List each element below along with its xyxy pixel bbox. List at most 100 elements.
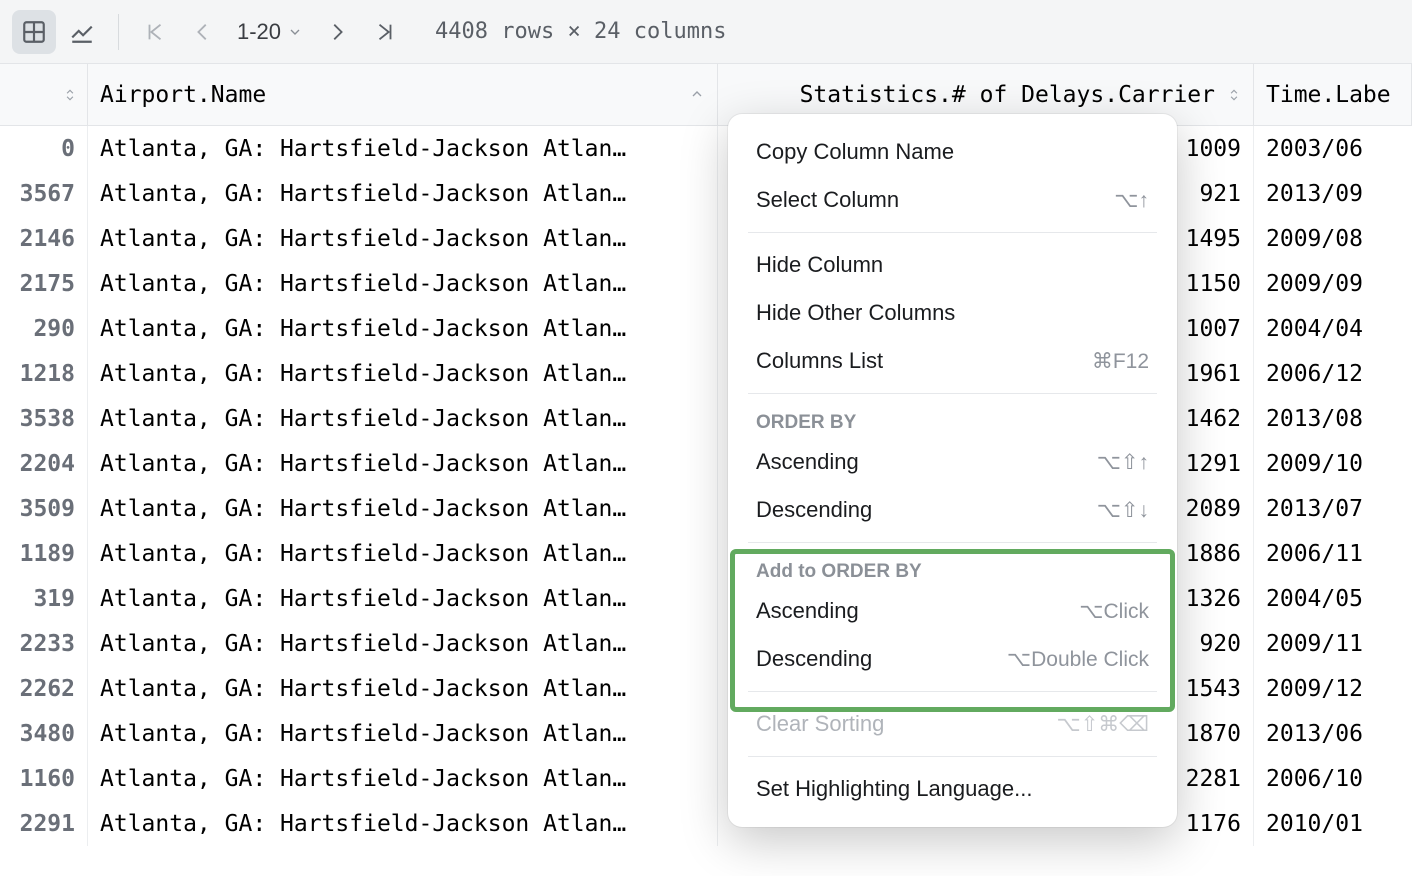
time-label-cell: 2013/09 <box>1254 171 1412 216</box>
ctx-clear-sorting: Clear Sorting ⌥⇧⌘⌫ <box>728 700 1177 748</box>
time-label-cell: 2009/09 <box>1254 261 1412 306</box>
table-row[interactable]: 2262Atlanta, GA: Hartsfield-Jackson Atla… <box>0 666 1412 711</box>
time-label-cell: 2006/10 <box>1254 756 1412 801</box>
ctx-hide-column[interactable]: Hide Column <box>728 241 1177 289</box>
airport-name-cell: Atlanta, GA: Hartsfield-Jackson Atlan… <box>88 396 718 441</box>
row-index-cell: 319 <box>0 576 88 621</box>
ctx-divider <box>748 691 1157 692</box>
toolbar-divider <box>118 14 119 50</box>
ctx-hide-other-columns[interactable]: Hide Other Columns <box>728 289 1177 337</box>
row-index-cell: 1189 <box>0 531 88 576</box>
column-header-time[interactable]: Time.Labe <box>1254 64 1412 125</box>
row-index-cell: 1160 <box>0 756 88 801</box>
row-index-cell: 2204 <box>0 441 88 486</box>
shortcut-label: ⌥⇧↑ <box>1097 450 1149 475</box>
table-row[interactable]: 319Atlanta, GA: Hartsfield-Jackson Atlan… <box>0 576 1412 621</box>
airport-name-cell: Atlanta, GA: Hartsfield-Jackson Atlan… <box>88 576 718 621</box>
row-count-label: 4408 rows × 24 columns <box>435 19 726 44</box>
shortcut-label: ⌥↑ <box>1114 188 1149 213</box>
column-context-menu: Copy Column Name Select Column ⌥↑ Hide C… <box>728 114 1177 827</box>
table-row[interactable]: 2146Atlanta, GA: Hartsfield-Jackson Atla… <box>0 216 1412 261</box>
ctx-divider <box>748 393 1157 394</box>
time-label-cell: 2004/05 <box>1254 576 1412 621</box>
table-row[interactable]: 1189Atlanta, GA: Hartsfield-Jackson Atla… <box>0 531 1412 576</box>
airport-name-cell: Atlanta, GA: Hartsfield-Jackson Atlan… <box>88 756 718 801</box>
time-label-cell: 2013/08 <box>1254 396 1412 441</box>
table-row[interactable]: 3567Atlanta, GA: Hartsfield-Jackson Atla… <box>0 171 1412 216</box>
ctx-order-ascending[interactable]: Ascending ⌥⇧↑ <box>728 438 1177 486</box>
table-row[interactable]: 290Atlanta, GA: Hartsfield-Jackson Atlan… <box>0 306 1412 351</box>
row-index-cell: 2262 <box>0 666 88 711</box>
time-label-cell: 2003/06 <box>1254 126 1412 171</box>
row-index-cell: 2146 <box>0 216 88 261</box>
table-row[interactable]: 1160Atlanta, GA: Hartsfield-Jackson Atla… <box>0 756 1412 801</box>
row-index-cell: 0 <box>0 126 88 171</box>
sort-both-icon <box>1227 86 1241 104</box>
table-row[interactable]: 1218Atlanta, GA: Hartsfield-Jackson Atla… <box>0 351 1412 396</box>
shortcut-label: ⌥Double Click <box>1007 647 1149 672</box>
airport-name-cell: Atlanta, GA: Hartsfield-Jackson Atlan… <box>88 126 718 171</box>
table-row[interactable]: 2291Atlanta, GA: Hartsfield-Jackson Atla… <box>0 801 1412 846</box>
shortcut-label: ⌥⇧⌘⌫ <box>1057 712 1150 737</box>
table-row[interactable]: 2175Atlanta, GA: Hartsfield-Jackson Atla… <box>0 261 1412 306</box>
airport-name-cell: Atlanta, GA: Hartsfield-Jackson Atlan… <box>88 666 718 711</box>
sort-asc-icon <box>689 82 705 108</box>
airport-name-cell: Atlanta, GA: Hartsfield-Jackson Atlan… <box>88 261 718 306</box>
airport-name-cell: Atlanta, GA: Hartsfield-Jackson Atlan… <box>88 306 718 351</box>
time-label-cell: 2009/10 <box>1254 441 1412 486</box>
table-row[interactable]: 2204Atlanta, GA: Hartsfield-Jackson Atla… <box>0 441 1412 486</box>
chart-view-button[interactable] <box>60 10 104 54</box>
row-index-cell: 3538 <box>0 396 88 441</box>
ctx-divider <box>748 756 1157 757</box>
table-view-button[interactable] <box>12 10 56 54</box>
time-label-cell: 2009/11 <box>1254 621 1412 666</box>
ctx-divider <box>748 232 1157 233</box>
column-header-time-label: Time.Labe <box>1266 82 1391 108</box>
sort-both-icon <box>63 86 77 104</box>
table-row[interactable]: 2233Atlanta, GA: Hartsfield-Jackson Atla… <box>0 621 1412 666</box>
table-row[interactable]: 3538Atlanta, GA: Hartsfield-Jackson Atla… <box>0 396 1412 441</box>
page-range-selector[interactable]: 1-20 <box>229 19 311 45</box>
page-range-text: 1-20 <box>237 19 281 45</box>
column-header-airport[interactable]: Airport.Name <box>88 64 718 125</box>
row-index-cell: 2175 <box>0 261 88 306</box>
row-index-cell: 3509 <box>0 486 88 531</box>
ctx-columns-list[interactable]: Columns List ⌘F12 <box>728 337 1177 385</box>
time-label-cell: 2006/11 <box>1254 531 1412 576</box>
time-label-cell: 2009/12 <box>1254 666 1412 711</box>
ctx-copy-column-name[interactable]: Copy Column Name <box>728 128 1177 176</box>
ctx-set-highlighting-language[interactable]: Set Highlighting Language... <box>728 765 1177 813</box>
prev-page-button[interactable] <box>181 10 225 54</box>
row-index-cell: 2291 <box>0 801 88 846</box>
time-label-cell: 2013/06 <box>1254 711 1412 756</box>
next-page-button[interactable] <box>315 10 359 54</box>
airport-name-cell: Atlanta, GA: Hartsfield-Jackson Atlan… <box>88 801 718 846</box>
column-header-row: Airport.Name Statistics.# of Delays.Carr… <box>0 64 1412 126</box>
ctx-add-order-ascending[interactable]: Ascending ⌥Click <box>728 587 1177 635</box>
shortcut-label: ⌥⇧↓ <box>1097 498 1149 523</box>
time-label-cell: 2006/12 <box>1254 351 1412 396</box>
table-row[interactable]: 3480Atlanta, GA: Hartsfield-Jackson Atla… <box>0 711 1412 756</box>
index-column-header[interactable] <box>0 64 88 125</box>
ctx-divider <box>748 542 1157 543</box>
row-index-cell: 3480 <box>0 711 88 756</box>
row-index-cell: 290 <box>0 306 88 351</box>
column-header-airport-label: Airport.Name <box>100 82 266 108</box>
time-label-cell: 2009/08 <box>1254 216 1412 261</box>
ctx-add-order-descending[interactable]: Descending ⌥Double Click <box>728 635 1177 683</box>
ctx-select-column[interactable]: Select Column ⌥↑ <box>728 176 1177 224</box>
time-label-cell: 2010/01 <box>1254 801 1412 846</box>
table-row[interactable]: 0Atlanta, GA: Hartsfield-Jackson Atlan…1… <box>0 126 1412 171</box>
shortcut-label: ⌥Click <box>1079 599 1149 624</box>
data-grid: 0Atlanta, GA: Hartsfield-Jackson Atlan…1… <box>0 126 1412 846</box>
table-row[interactable]: 3509Atlanta, GA: Hartsfield-Jackson Atla… <box>0 486 1412 531</box>
chevron-down-icon <box>287 24 303 40</box>
airport-name-cell: Atlanta, GA: Hartsfield-Jackson Atlan… <box>88 441 718 486</box>
last-page-button[interactable] <box>363 10 407 54</box>
ctx-heading-order-by: ORDER BY <box>728 402 1177 438</box>
time-label-cell: 2004/04 <box>1254 306 1412 351</box>
airport-name-cell: Atlanta, GA: Hartsfield-Jackson Atlan… <box>88 531 718 576</box>
toolbar: 1-20 4408 rows × 24 columns <box>0 0 1412 64</box>
first-page-button[interactable] <box>133 10 177 54</box>
ctx-order-descending[interactable]: Descending ⌥⇧↓ <box>728 486 1177 534</box>
